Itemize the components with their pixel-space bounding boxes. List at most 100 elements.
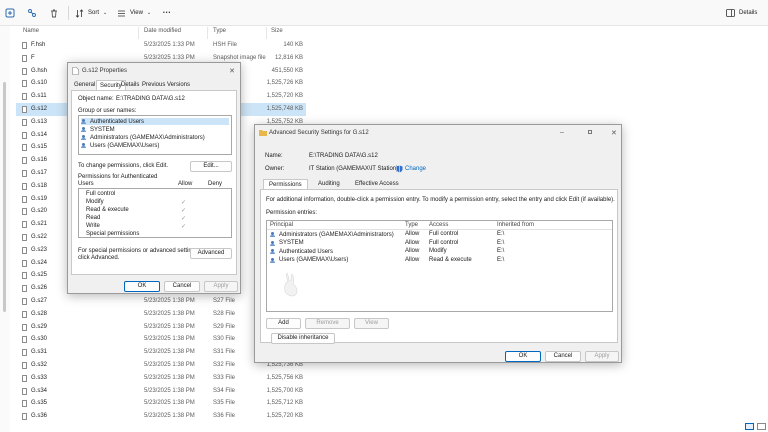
file-date: 5/23/2025 1:38 PM	[144, 336, 195, 343]
tab-auditing[interactable]: Auditing	[318, 181, 340, 187]
tiles-view-toggle[interactable]	[757, 423, 766, 430]
user-group-icon	[81, 135, 87, 140]
view-button[interactable]: View ⌄	[117, 7, 151, 19]
file-icon	[22, 106, 27, 113]
entry-type: Allow	[405, 239, 420, 246]
details-view-toggle[interactable]	[745, 423, 754, 430]
advanced-titlebar[interactable]: Advanced Security Settings for G.s12 – ✕	[255, 125, 621, 141]
file-icon	[22, 259, 27, 267]
more-options-button[interactable]: •••	[163, 7, 171, 19]
apply-button[interactable]: Apply	[585, 351, 619, 362]
sort-button[interactable]: Sort ⌄	[75, 7, 107, 19]
entry-row[interactable]: Administrators (GAMEMAX\Administrators) …	[270, 231, 610, 239]
close-icon[interactable]: ✕	[229, 67, 235, 75]
column-header-type[interactable]: Type	[213, 28, 226, 39]
file-name: G.s26	[31, 285, 48, 292]
file-row[interactable]: G.s34 5/23/2025 1:38 PM S34 File 1,525,700 …	[16, 385, 306, 398]
details-pane-button[interactable]: Details	[726, 7, 757, 19]
file-name: G.s17	[31, 170, 48, 176]
close-icon[interactable]: ✕	[611, 129, 617, 137]
user-group-icon	[270, 249, 276, 254]
col-type[interactable]: Type	[405, 222, 418, 228]
file-icon	[22, 80, 27, 88]
file-icon	[22, 374, 27, 382]
entry-row[interactable]: Users (GAMEMAX\Users) Allow Read & execu…	[270, 257, 610, 265]
file-name: G.s34	[31, 387, 48, 394]
column-divider[interactable]	[138, 27, 139, 39]
properties-titlebar[interactable]: G.s12 Properties ✕	[68, 63, 240, 79]
file-icon	[22, 387, 27, 395]
file-icon	[22, 221, 27, 229]
file-icon	[22, 157, 27, 165]
change-owner-link[interactable]: Change	[396, 165, 426, 173]
tab-effective-access[interactable]: Effective Access	[355, 181, 399, 187]
file-icon	[22, 362, 27, 369]
file-row[interactable]: G.s35 5/23/2025 1:38 PM S35 File 1,525,712 …	[16, 397, 306, 410]
disable-inheritance-button[interactable]: Disable inheritance	[271, 333, 335, 344]
file-date: 5/23/2025 1:38 PM	[144, 349, 195, 356]
info-text: For additional information, double-click…	[266, 197, 615, 203]
file-row[interactable]: G.s36 5/23/2025 1:38 PM S36 File 1,525,720 …	[16, 410, 306, 423]
edit-button[interactable]: Edit...	[190, 161, 232, 172]
apply-button[interactable]: Apply	[204, 281, 238, 292]
column-header-size[interactable]: Size	[271, 28, 283, 39]
ok-button[interactable]: OK	[505, 351, 541, 362]
delete-button[interactable]	[49, 7, 59, 19]
minimize-icon[interactable]: –	[560, 129, 564, 136]
tab-previous-versions[interactable]: Previous Versions	[142, 82, 190, 88]
tab-permissions[interactable]: Permissions	[263, 179, 308, 189]
file-name: G.s15	[31, 144, 48, 151]
special-permissions-text-1: For special permissions or advanced sett…	[78, 248, 200, 254]
file-size: 1,525,726 KB	[266, 80, 303, 87]
file-row[interactable]: F.hsh 5/23/2025 1:33 PM HSH File 140 KB	[16, 39, 306, 52]
group-item[interactable]: SYSTEM	[81, 126, 115, 133]
column-header-name[interactable]: Name	[23, 28, 39, 39]
file-icon	[22, 246, 27, 254]
tab-general[interactable]: General	[74, 82, 95, 88]
col-principal[interactable]: Principal	[270, 222, 293, 228]
new-button[interactable]	[5, 7, 15, 19]
column-divider[interactable]	[266, 27, 267, 39]
file-row[interactable]: G.s33 5/23/2025 1:38 PM S33 File 1,525,756 …	[16, 372, 306, 385]
entry-row[interactable]: Authenticated Users Allow Modify E:\	[270, 248, 610, 256]
cancel-button[interactable]: Cancel	[545, 351, 581, 362]
add-button[interactable]: Add	[266, 318, 301, 329]
permission-name: Write	[86, 223, 100, 229]
remove-button[interactable]: Remove	[305, 318, 350, 329]
group-item[interactable]: Users (GAMEMAX\Users)	[81, 142, 159, 149]
tab-details[interactable]: Details	[121, 82, 139, 88]
advanced-button[interactable]: Advanced	[190, 248, 232, 259]
file-type: S35 File	[213, 400, 236, 407]
share-button[interactable]	[27, 7, 37, 19]
file-icon	[22, 182, 27, 190]
col-inherited[interactable]: Inherited from	[497, 222, 534, 228]
cancel-button[interactable]: Cancel	[164, 281, 200, 292]
file-name: G.s36	[31, 413, 48, 420]
group-item[interactable]: Authenticated Users	[81, 118, 229, 125]
file-type: S36 File	[213, 413, 236, 420]
maximize-icon[interactable]	[588, 130, 592, 134]
entry-type: Allow	[405, 256, 420, 263]
file-name: G.s28	[31, 310, 48, 317]
principal-name: Administrators (GAMEMAX\Administrators)	[279, 231, 394, 238]
permission-name: Modify	[86, 199, 104, 205]
ok-button[interactable]: OK	[124, 281, 160, 292]
column-header-date[interactable]: Date modified	[144, 28, 181, 39]
permission-name: Read	[86, 215, 101, 221]
permissions-list: Full control Modify ✓ Read & execute ✓ R…	[78, 188, 232, 238]
col-access[interactable]: Access	[429, 222, 448, 228]
security-tab-panel: Object name: E:\TRADING DATA\G.s12 Group…	[71, 90, 237, 275]
entry-row[interactable]: SYSTEM Allow Full control E:\	[270, 240, 610, 248]
entry-inherited: E:\	[497, 256, 505, 263]
file-date: 5/23/2025 1:33 PM	[144, 54, 195, 61]
file-name: G.s13	[31, 118, 48, 125]
group-item[interactable]: Administrators (GAMEMAX\Administrators)	[81, 134, 205, 141]
file-icon	[22, 118, 27, 126]
entry-type: Allow	[405, 231, 420, 237]
view-button[interactable]: View	[354, 318, 389, 329]
file-size: 1,525,712 KB	[266, 400, 303, 407]
column-divider[interactable]	[207, 27, 208, 39]
permission-allow: ✓	[181, 224, 187, 230]
file-icon	[22, 298, 27, 305]
entry-inherited: E:\	[497, 231, 505, 237]
